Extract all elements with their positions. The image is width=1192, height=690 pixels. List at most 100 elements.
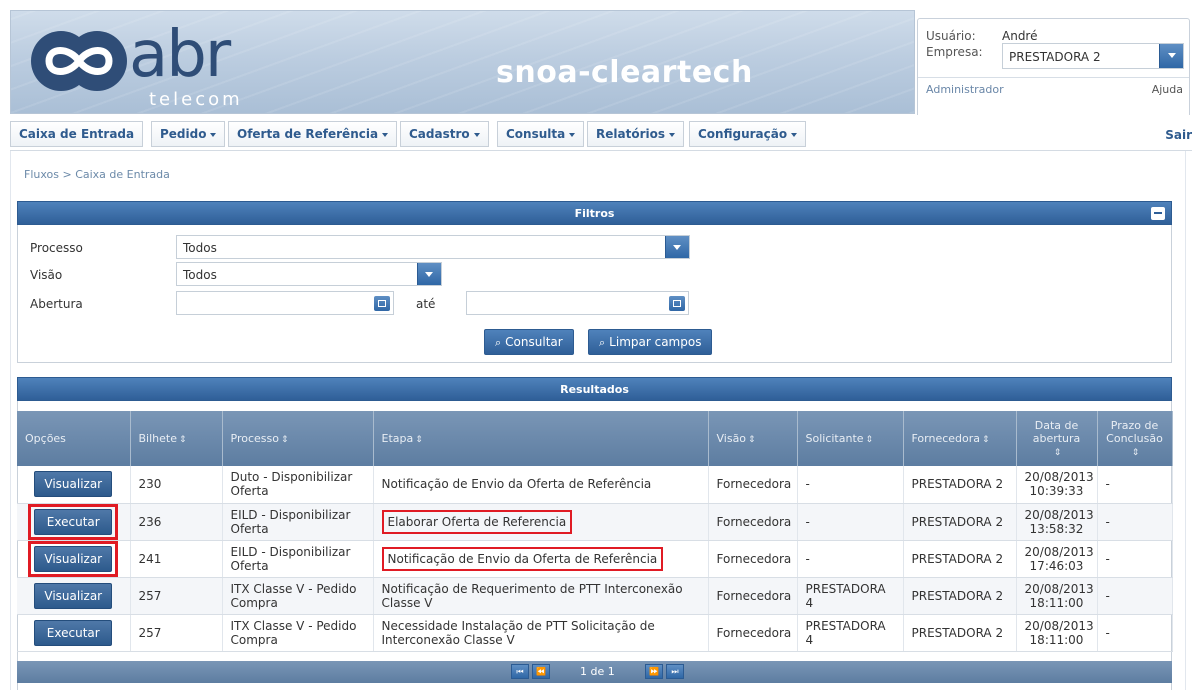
supplier-cell: PRESTADORA 2 bbox=[903, 540, 1017, 578]
view-cell: Fornecedora bbox=[708, 466, 798, 504]
menu-settings[interactable]: Configuração bbox=[689, 121, 807, 147]
requester-cell: - bbox=[797, 503, 904, 541]
process-select[interactable]: Todos bbox=[176, 235, 690, 259]
chevron-down-icon[interactable] bbox=[1159, 44, 1183, 68]
company-select[interactable]: PRESTADORA 2 bbox=[1002, 43, 1184, 69]
collapse-icon[interactable] bbox=[1151, 207, 1165, 220]
opening-to-field[interactable] bbox=[466, 291, 689, 315]
company-select-value: PRESTADORA 2 bbox=[1009, 50, 1101, 64]
view-cell: Fornecedora bbox=[708, 577, 798, 615]
step-cell: Notificação de Requerimento de PTT Inter… bbox=[373, 577, 709, 615]
caret-down-icon bbox=[382, 132, 389, 137]
table-row: Executar 257 ITX Classe V - Pedido Compr… bbox=[17, 614, 1173, 652]
process-cell: EILD - Disponibilizar Oferta bbox=[222, 540, 374, 578]
menu-inbox[interactable]: Caixa de Entrada bbox=[10, 121, 144, 147]
view-button[interactable]: Visualizar bbox=[34, 545, 113, 572]
logout-link[interactable]: Sair bbox=[1165, 128, 1192, 142]
user-role-link[interactable]: Administrador bbox=[926, 83, 1004, 96]
process-cell: EILD - Disponibilizar Oferta bbox=[222, 503, 374, 541]
supplier-cell: PRESTADORA 2 bbox=[903, 466, 1017, 504]
col-options: Opções bbox=[17, 411, 131, 466]
view-label: Visão bbox=[30, 268, 63, 282]
col-view[interactable]: Visão ⇕ bbox=[708, 411, 798, 466]
deadline-cell: - bbox=[1097, 577, 1173, 615]
sort-icon: ⇕ bbox=[1053, 448, 1062, 458]
requester-cell: - bbox=[797, 540, 904, 578]
requester-cell: PRESTADORA 4 bbox=[797, 577, 904, 615]
prev-page-icon[interactable]: ⏪ bbox=[532, 664, 550, 679]
view-cell: Fornecedora bbox=[708, 614, 798, 652]
next-page-icon[interactable]: ⏩ bbox=[645, 664, 663, 679]
table-row: Visualizar 257 ITX Classe V - Pedido Com… bbox=[17, 577, 1173, 615]
ticket-cell: 241 bbox=[130, 540, 223, 578]
highlight-box: Visualizar bbox=[28, 540, 119, 577]
caret-down-icon bbox=[473, 132, 480, 137]
highlight-box: Executar bbox=[28, 503, 119, 540]
first-page-icon[interactable]: ⏮ bbox=[511, 664, 529, 679]
user-label: Usuário: bbox=[926, 29, 976, 43]
chevron-down-icon[interactable] bbox=[665, 236, 689, 258]
filters-header: Filtros bbox=[17, 201, 1172, 225]
help-link[interactable]: Ajuda bbox=[1152, 83, 1183, 96]
sort-icon: ⇕ bbox=[415, 435, 423, 445]
opening-label: Abertura bbox=[30, 297, 83, 311]
menu-reference-offer[interactable]: Oferta de Referência bbox=[228, 121, 398, 147]
deadline-cell: - bbox=[1097, 503, 1173, 541]
sort-icon: ⇕ bbox=[748, 435, 756, 445]
calendar-icon[interactable] bbox=[374, 296, 390, 311]
last-page-icon[interactable]: ⏭ bbox=[666, 664, 684, 679]
ticket-cell: 257 bbox=[130, 614, 223, 652]
calendar-icon[interactable] bbox=[669, 296, 685, 311]
step-cell: Necessidade Instalação de PTT Solicitaçã… bbox=[373, 614, 709, 652]
menu-query[interactable]: Consulta bbox=[497, 121, 585, 147]
supplier-cell: PRESTADORA 2 bbox=[903, 503, 1017, 541]
view-button[interactable]: Visualizar bbox=[34, 471, 113, 498]
view-button[interactable]: Visualizar bbox=[34, 582, 113, 609]
filters-title: Filtros bbox=[574, 207, 615, 220]
col-requester[interactable]: Solicitante ⇕ bbox=[797, 411, 904, 466]
process-cell: ITX Classe V - Pedido Compra bbox=[222, 614, 374, 652]
deadline-cell: - bbox=[1097, 614, 1173, 652]
search-button[interactable]: ⌕ Consultar bbox=[484, 329, 574, 355]
search-icon: ⌕ bbox=[495, 336, 502, 349]
process-cell: Duto - Disponibilizar Oferta bbox=[222, 466, 374, 504]
col-supplier[interactable]: Fornecedora ⇕ bbox=[903, 411, 1017, 466]
clear-fields-button[interactable]: ⌕ Limpar campos bbox=[588, 329, 713, 355]
menu-register[interactable]: Cadastro bbox=[400, 121, 489, 147]
search-icon: ⌕ bbox=[599, 336, 606, 349]
opened-cell: 20/08/2013 10:39:33 bbox=[1016, 466, 1098, 504]
view-select[interactable]: Todos bbox=[176, 262, 442, 286]
table-row: Visualizar 230 Duto - Disponibilizar Ofe… bbox=[17, 466, 1173, 504]
col-process[interactable]: Processo ⇕ bbox=[222, 411, 374, 466]
supplier-cell: PRESTADORA 2 bbox=[903, 577, 1017, 615]
execute-button[interactable]: Executar bbox=[34, 619, 113, 646]
col-opened[interactable]: Data de abertura ⇕ bbox=[1016, 411, 1098, 466]
results-title: Resultados bbox=[560, 383, 629, 396]
supplier-cell: PRESTADORA 2 bbox=[903, 614, 1017, 652]
sort-icon: ⇕ bbox=[982, 435, 990, 445]
breadcrumb[interactable]: Fluxos > Caixa de Entrada bbox=[24, 168, 170, 181]
col-ticket[interactable]: Bilhete ⇕ bbox=[130, 411, 223, 466]
menu-reports[interactable]: Relatórios bbox=[587, 121, 684, 147]
deadline-cell: - bbox=[1097, 540, 1173, 578]
opening-from-field[interactable] bbox=[176, 291, 394, 315]
sort-icon: ⇕ bbox=[1131, 448, 1140, 458]
col-deadline[interactable]: Prazo de Conclusão ⇕ bbox=[1097, 411, 1173, 466]
sort-icon: ⇕ bbox=[178, 435, 187, 445]
execute-button[interactable]: Executar bbox=[34, 508, 113, 535]
col-step[interactable]: Etapa ⇕ bbox=[373, 411, 709, 466]
table-row: Visualizar 241 EILD - Disponibilizar Ofe… bbox=[17, 540, 1173, 578]
view-cell: Fornecedora bbox=[708, 540, 798, 578]
step-cell: Notificação de Envio da Oferta de Referê… bbox=[381, 546, 664, 571]
opened-cell: 20/08/2013 18:11:00 bbox=[1016, 614, 1098, 652]
view-cell: Fornecedora bbox=[708, 503, 798, 541]
ticket-cell: 257 bbox=[130, 577, 223, 615]
page-indicator: 1 de 1 bbox=[580, 665, 615, 678]
pagination-bar: ⏮ ⏪ 1 de 1 ⏩ ⏭ bbox=[17, 661, 1172, 683]
opened-cell: 20/08/2013 18:11:00 bbox=[1016, 577, 1098, 615]
results-table: Opções Bilhete ⇕ Processo ⇕ Etapa ⇕ Visão ⇕ … bbox=[17, 411, 1173, 652]
chevron-down-icon[interactable] bbox=[417, 263, 441, 285]
requester-cell: - bbox=[797, 466, 904, 504]
menu-order[interactable]: Pedido bbox=[151, 121, 226, 147]
caret-down-icon bbox=[210, 132, 217, 137]
